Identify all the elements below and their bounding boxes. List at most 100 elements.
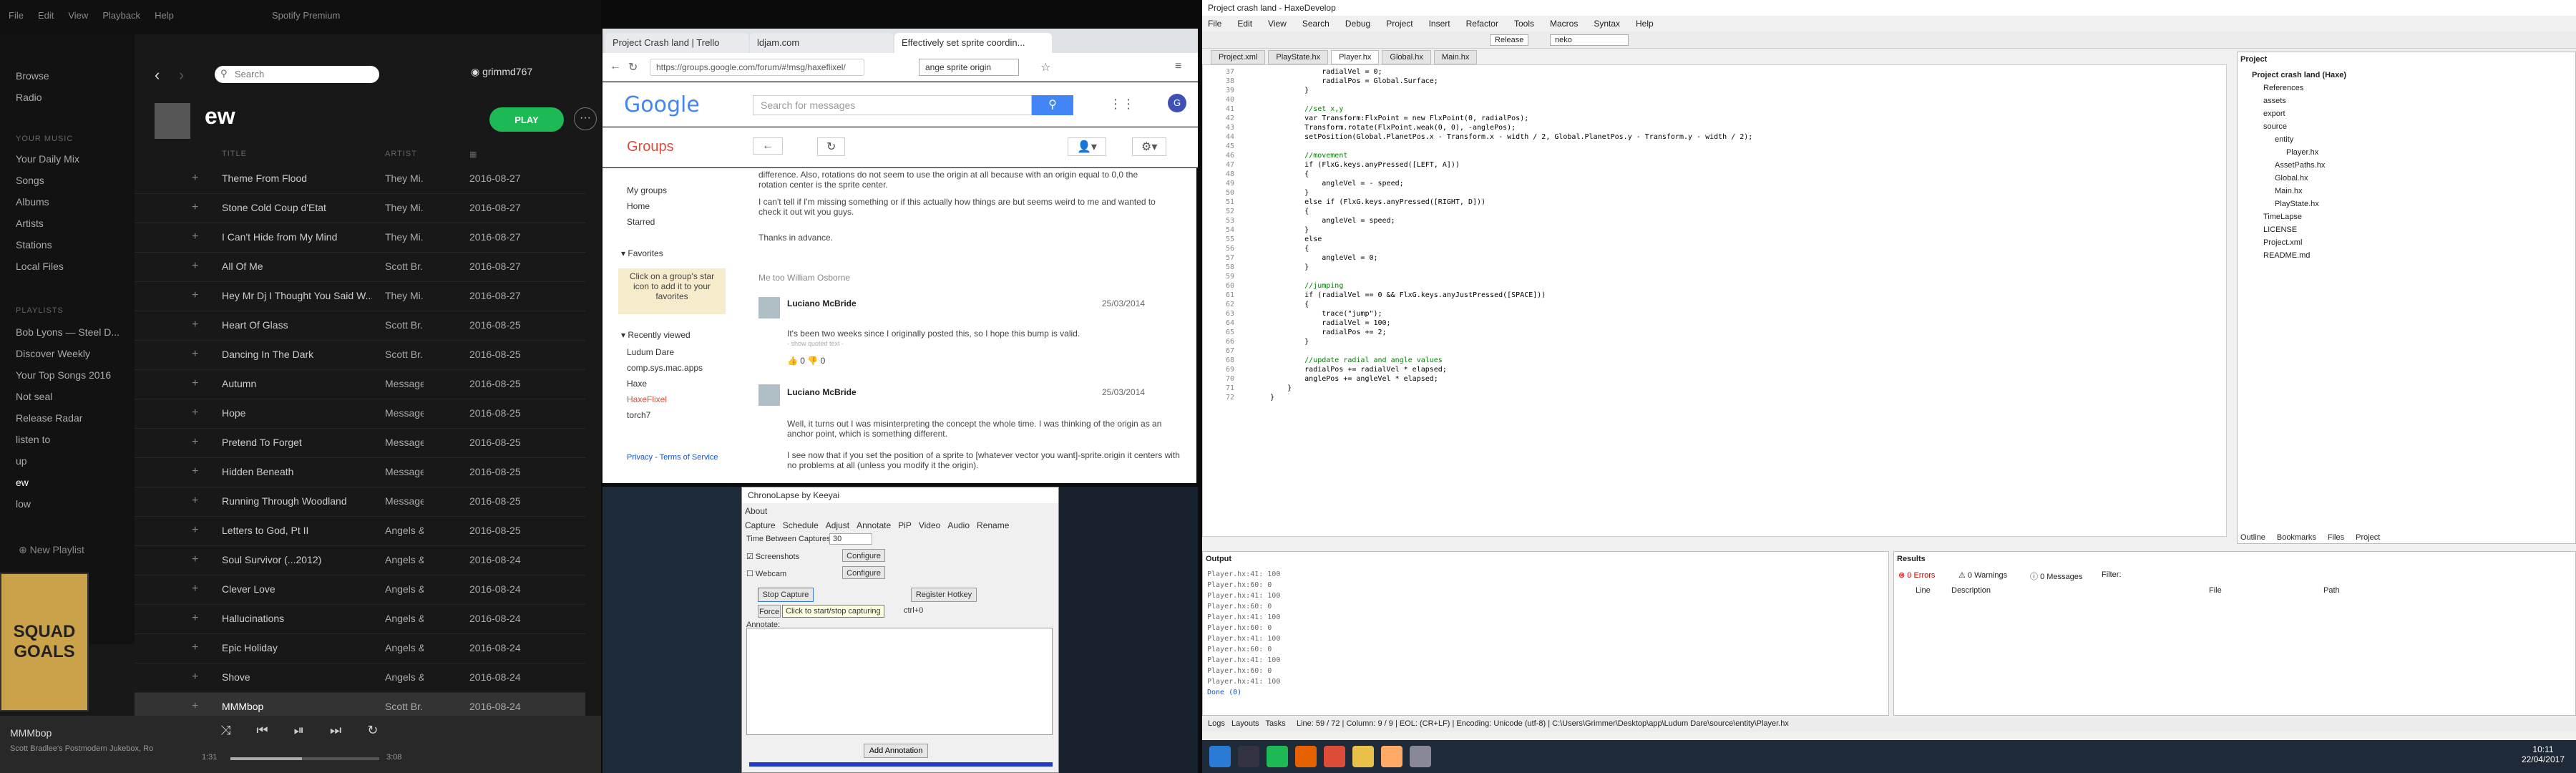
file-tab[interactable]: Global.hx [1382, 50, 1431, 64]
track-artist[interactable]: Scott Br... [385, 319, 424, 331]
code-line[interactable]: 72} [1203, 394, 1274, 403]
find-in-page-input[interactable]: ange sprite origin [919, 59, 1019, 76]
menu-macros[interactable]: Macros [1550, 19, 1578, 29]
forward-arrow-icon[interactable]: › [179, 66, 196, 84]
add-track-icon[interactable]: + [192, 583, 198, 595]
track-artist[interactable]: Angels &... [385, 642, 424, 653]
bottom-tab-tasks[interactable]: Tasks [1266, 719, 1286, 728]
stop-capture-button[interactable]: Stop Capture [758, 588, 814, 602]
track-row[interactable]: + Shove Angels &... 2016-08-24 [135, 663, 585, 693]
share-button[interactable]: 👤▾ [1068, 137, 1106, 156]
code-line[interactable]: 65 radialPos += 2; [1203, 329, 1387, 338]
column-description[interactable]: Description [1951, 586, 1991, 595]
playlist-item[interactable]: listen to [16, 434, 50, 445]
add-track-icon[interactable]: + [192, 260, 198, 273]
library-stations[interactable]: Stations [16, 239, 52, 251]
code-line[interactable]: 41 //set x,y [1203, 105, 1343, 115]
file-tab[interactable]: Main.hx [1433, 50, 1478, 64]
configure-button[interactable]: Configure [842, 566, 885, 579]
track-artist[interactable]: Scott Br... [385, 701, 424, 712]
back-arrow-icon[interactable]: ‹ [155, 66, 172, 84]
track-artist[interactable]: Scott Br... [385, 349, 424, 360]
library-daily-mix[interactable]: Your Daily Mix [16, 153, 79, 165]
project-tree-item[interactable]: AssetPaths.hx [2275, 161, 2325, 170]
privacy-terms-link[interactable]: Privacy - Terms of Service [627, 453, 718, 462]
library-songs[interactable]: Songs [16, 175, 44, 186]
firefox-icon[interactable] [1295, 746, 1317, 767]
track-artist[interactable]: They Mi... [385, 231, 424, 243]
add-track-icon[interactable]: + [192, 465, 198, 478]
code-line[interactable]: 50 } [1203, 189, 1309, 198]
add-track-icon[interactable]: + [192, 348, 198, 361]
configure-button[interactable]: Configure [842, 549, 885, 562]
reply-author[interactable]: Luciano McBride [787, 387, 857, 397]
code-line[interactable]: 44 setPosition(Global.PlanetPos.x - Tran… [1203, 133, 1752, 142]
me-too[interactable]: Me too William Osborne [758, 273, 1159, 283]
add-track-icon[interactable]: + [192, 436, 198, 449]
back-icon[interactable]: ← [610, 60, 621, 73]
code-line[interactable]: 64 radialVel = 100; [1203, 319, 1391, 329]
column-file[interactable]: File [2209, 586, 2222, 595]
user-menu[interactable]: ◉ grimmd767 [471, 66, 532, 78]
column-artist[interactable]: ARTIST [385, 150, 417, 158]
tab-adjust[interactable]: Adjust [826, 520, 849, 530]
tab-annotate[interactable]: Annotate [857, 520, 891, 530]
home-link[interactable]: Home [627, 201, 650, 211]
project-tree-item[interactable]: Project crash land (Haxe) [2252, 71, 2346, 79]
track-artist[interactable]: They Mi... [385, 172, 424, 184]
track-row[interactable]: + Autumn Message... 2016-08-25 [135, 370, 585, 399]
tab-google-groups[interactable]: Effectively set sprite coordin... [894, 33, 1052, 53]
file-tab[interactable]: Project.xml [1211, 50, 1266, 64]
add-track-icon[interactable]: + [192, 230, 198, 243]
tab-project[interactable]: Project [2356, 533, 2380, 542]
playlist-item[interactable]: Bob Lyons — Steel D... [16, 326, 119, 338]
code-line[interactable]: 39 } [1203, 87, 1309, 96]
shuffle-icon[interactable]: ⤨ [220, 723, 230, 738]
track-row[interactable]: + Hey Mr Dj I Thought You Said W... They M… [135, 282, 585, 311]
search-input[interactable]: ⚲ Search [215, 66, 379, 83]
track-artist[interactable]: Angels &... [385, 554, 424, 565]
start-icon[interactable] [1209, 746, 1231, 767]
track-artist[interactable]: Angels &... [385, 613, 424, 624]
code-editor[interactable]: 37 radialVel = 0; 38 radialPos = Global.S… [1202, 64, 2227, 537]
register-hotkey-button[interactable]: Register Hotkey [911, 588, 977, 602]
now-playing-title[interactable]: MMMbop [10, 727, 52, 739]
chronolapse-icon[interactable] [1410, 746, 1431, 767]
more-options-icon[interactable]: ··· [574, 107, 597, 130]
tab-capture[interactable]: Capture [745, 520, 776, 530]
apps-grid-icon[interactable]: ⋮⋮ [1109, 97, 1135, 112]
track-artist[interactable]: Angels &... [385, 671, 424, 683]
menu-syntax[interactable]: Syntax [1594, 19, 1620, 29]
code-line[interactable]: 45 [1203, 142, 1270, 152]
show-quoted-text[interactable]: - show quoted text - [787, 340, 1188, 347]
reload-icon[interactable]: ↻ [628, 60, 638, 74]
clock[interactable]: 10:11 22/04/2017 [2522, 744, 2565, 764]
menu-help[interactable]: Help [1636, 19, 1654, 29]
code-line[interactable]: 63 trace("jump"); [1203, 310, 1382, 319]
track-artist[interactable]: Angels &... [385, 583, 424, 595]
track-artist[interactable]: They Mi... [385, 202, 424, 213]
track-row[interactable]: + Heart Of Glass Scott Br... 2016-08-25 [135, 311, 585, 341]
add-track-icon[interactable]: + [192, 553, 198, 566]
favorites-header[interactable]: ▾ Favorites [621, 248, 663, 258]
menu-file[interactable]: File [9, 10, 24, 21]
playlist-item[interactable]: Release Radar [16, 412, 82, 424]
add-annotation-button[interactable]: Add Annotation [864, 744, 928, 758]
code-line[interactable]: 67 [1203, 347, 1270, 356]
code-line[interactable]: 48 { [1203, 170, 1309, 180]
track-row[interactable]: + Letters to God, Pt II Angels &... 2016-08… [135, 517, 585, 546]
nav-browse[interactable]: Browse [16, 70, 49, 82]
track-row[interactable]: + I Can't Hide from My Mind They Mi... 2016… [135, 223, 585, 253]
warnings-toggle[interactable]: ⚠ 0 Warnings [1958, 570, 2007, 580]
tab-audio[interactable]: Audio [947, 520, 970, 530]
code-line[interactable]: 51 else if (FlxG.keys.anyPressed([RIGHT,… [1203, 198, 1485, 208]
project-tree-item[interactable]: References [2263, 84, 2303, 92]
code-line[interactable]: 69 radialPos += radialVel * elapsed; [1203, 366, 1447, 375]
settings-icon[interactable]: ⚙▾ [1132, 137, 1167, 156]
track-row[interactable]: + Theme From Flood They Mi... 2016-08-27 [135, 165, 585, 194]
code-line[interactable]: 49 angleVel = - speed; [1203, 180, 1404, 189]
track-artist[interactable]: They Mi... [385, 290, 424, 301]
project-tree-item[interactable]: Project.xml [2263, 238, 2302, 247]
starred-link[interactable]: Starred [627, 217, 655, 227]
add-track-icon[interactable]: + [192, 671, 198, 684]
